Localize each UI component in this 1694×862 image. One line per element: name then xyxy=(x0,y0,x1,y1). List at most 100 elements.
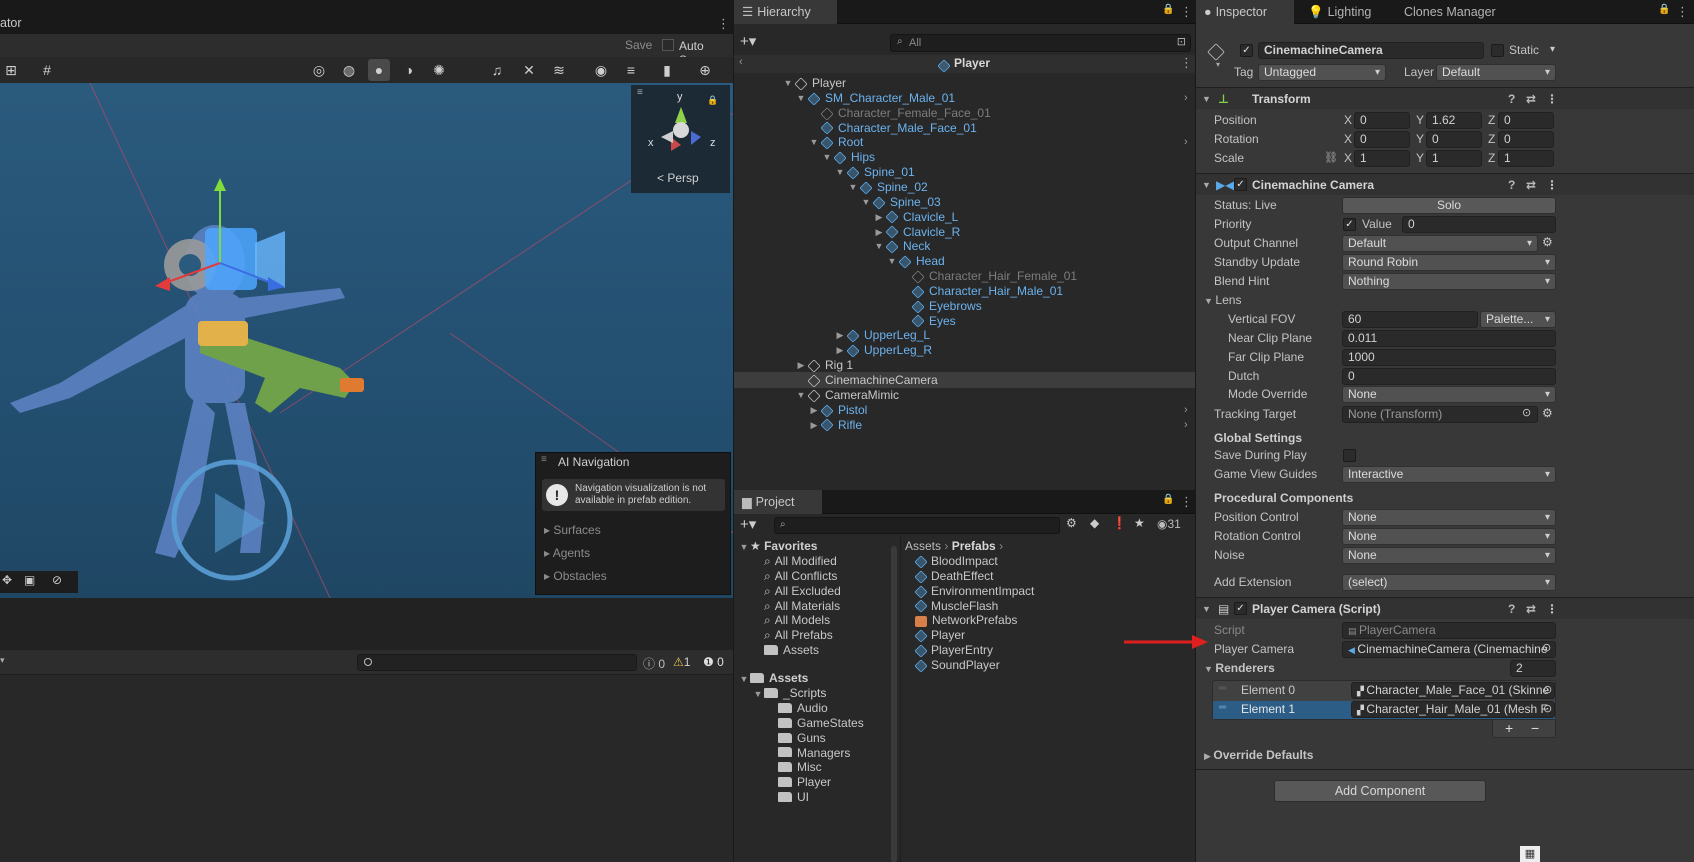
lighting-icon[interactable]: ◑ xyxy=(398,59,420,81)
layers-icon[interactable]: ≋ xyxy=(548,59,570,81)
prefab-asset-item[interactable]: Player xyxy=(914,627,965,643)
add-component-button[interactable]: Add Component xyxy=(1274,780,1486,802)
camera-tool-icon[interactable]: ▣ xyxy=(24,573,35,587)
assets-header[interactable]: ▼ Assets xyxy=(738,670,809,686)
object-picker-icon[interactable]: ⊙ xyxy=(1542,641,1551,654)
player-camera-field[interactable]: ◀ CinemachineCamera (Cinemachine xyxy=(1342,641,1556,658)
near-clip-field[interactable]: 0.011 xyxy=(1342,330,1556,347)
preset-icon[interactable]: ⇄ xyxy=(1526,88,1536,110)
renderer-element-1[interactable]: ═ Element 1 ▞ Character_Hair_Male_01 (Me… xyxy=(1213,701,1555,719)
camera-icon[interactable]: ▮ xyxy=(656,59,678,81)
script-subfolder[interactable]: Misc xyxy=(778,759,822,775)
renderer-element-0[interactable]: ═ Element 0 ▞ Character_Male_Face_01 (Sk… xyxy=(1213,682,1555,700)
hierarchy-item[interactable]: Eyebrows xyxy=(734,298,1195,314)
hidden-packages-count[interactable]: ◉31 xyxy=(1157,517,1181,531)
foldout-arrow-icon[interactable]: ▼ xyxy=(795,90,807,106)
object-name-field[interactable]: CinemachineCamera xyxy=(1258,42,1484,59)
favorite-item[interactable]: ⌕ All Prefabs xyxy=(764,627,833,643)
hierarchy-item[interactable]: Eyes xyxy=(734,313,1195,329)
wireframe-icon[interactable]: ◍ xyxy=(338,59,360,81)
hierarchy-item[interactable]: ▼ Spine_01 xyxy=(734,164,1195,180)
solo-button[interactable]: Solo xyxy=(1342,197,1556,214)
element-value-field[interactable]: ▞ Character_Male_Face_01 (Skinne xyxy=(1351,682,1555,699)
kebab-menu-icon[interactable]: ⋮ xyxy=(1676,4,1689,20)
dutch-field[interactable]: 0 xyxy=(1342,368,1556,385)
game-view-guides-dropdown[interactable]: Interactive xyxy=(1342,466,1556,483)
active-checkbox[interactable]: ✓ xyxy=(1240,44,1253,57)
hierarchy-item[interactable]: ▼ Spine_03 xyxy=(734,194,1195,210)
hierarchy-item[interactable]: ▶ UpperLeg_R xyxy=(734,342,1195,358)
hierarchy-item[interactable]: ▶ Rig 1 xyxy=(734,357,1195,373)
foldout-arrow-icon[interactable]: ▶ xyxy=(808,417,820,433)
tab-lighting[interactable]: 💡 Lighting xyxy=(1300,0,1381,24)
static-checkbox[interactable] xyxy=(1491,44,1504,57)
ai-nav-item-surfaces[interactable]: ▸ Surfaces xyxy=(544,523,601,537)
kebab-menu-icon[interactable]: ⋮ xyxy=(1180,4,1193,20)
hierarchy-item[interactable]: ▼ Neck xyxy=(734,238,1195,254)
object-picker-icon[interactable]: ⊙ xyxy=(1522,406,1531,419)
hierarchy-item[interactable]: Character_Male_Face_01 xyxy=(734,120,1195,136)
drag-handle-icon[interactable]: ═ xyxy=(1219,702,1226,713)
add-object-button[interactable]: +▾ xyxy=(740,32,756,50)
scale-z-field[interactable]: 1 xyxy=(1498,150,1554,167)
foldout-arrow-icon[interactable]: ▼ xyxy=(873,238,885,254)
foldout-arrow-icon[interactable]: ▼ xyxy=(782,75,794,91)
prefab-open-chevron-icon[interactable]: › xyxy=(1184,134,1188,150)
foldout-arrow-icon[interactable]: ▶ xyxy=(873,224,885,240)
rotation-y-field[interactable]: 0 xyxy=(1426,131,1482,148)
hierarchy-item[interactable]: ▼ SM_Character_Male_01 › xyxy=(734,90,1195,106)
prefab-asset-item[interactable]: SoundPlayer xyxy=(914,657,1000,673)
rotation-control-dropdown[interactable]: None xyxy=(1342,528,1556,545)
blend-hint-dropdown[interactable]: Nothing xyxy=(1342,273,1556,290)
remove-element-button[interactable]: − xyxy=(1531,720,1539,736)
foldout-arrow-icon[interactable]: ▼ xyxy=(847,179,859,195)
prefab-asset-item[interactable]: DeathEffect xyxy=(914,568,993,584)
hierarchy-item[interactable]: ▼ Hips xyxy=(734,149,1195,165)
foldout-arrow-icon[interactable]: ▶ xyxy=(834,327,846,343)
script-subfolder[interactable]: GameStates xyxy=(778,715,864,731)
hierarchy-item[interactable]: ▶ Pistol › xyxy=(734,402,1195,418)
mode-override-dropdown[interactable]: None xyxy=(1342,386,1556,403)
hierarchy-item[interactable]: Character_Hair_Male_01 xyxy=(734,283,1195,299)
search-by-importlog-icon[interactable]: ❗ xyxy=(1112,516,1127,530)
rotation-z-field[interactable]: 0 xyxy=(1498,131,1554,148)
hierarchy-item[interactable]: ▼ Root › xyxy=(734,134,1195,150)
priority-value-field[interactable]: 0 xyxy=(1402,216,1556,233)
position-control-dropdown[interactable]: None xyxy=(1342,509,1556,526)
audio-icon[interactable]: ♫ xyxy=(486,59,508,81)
persp-toggle[interactable]: < Persp xyxy=(657,171,699,185)
hierarchy-search-input[interactable]: ⌕ All ⊡ xyxy=(890,34,1191,52)
stack-icon[interactable]: ≡ xyxy=(620,59,642,81)
hierarchy-item[interactable]: ▶ Clavicle_R xyxy=(734,224,1195,240)
orientation-gizmo[interactable]: ≡ 🔒 y x z < Persp xyxy=(631,85,730,193)
prefab-open-chevron-icon[interactable]: › xyxy=(1184,90,1188,106)
preset-icon[interactable]: ⇄ xyxy=(1526,174,1536,196)
breadcrumb-prefabs[interactable]: Prefabs xyxy=(952,539,996,553)
favorite-item[interactable]: ⌕ All Excluded xyxy=(764,583,841,599)
global-icon[interactable]: ◎ xyxy=(308,59,330,81)
hierarchy-item[interactable]: ▼ Head xyxy=(734,253,1195,269)
foldout-arrow-icon[interactable]: ▼ xyxy=(860,194,872,210)
prefab-asset-item[interactable]: MuscleFlash xyxy=(914,598,998,614)
gizmos-icon[interactable]: ⊕ xyxy=(694,59,716,81)
tracking-target-field[interactable]: None (Transform) xyxy=(1342,406,1538,423)
tab-clones-manager[interactable]: Clones Manager xyxy=(1396,0,1506,24)
hand-tool-icon[interactable]: ✥ xyxy=(2,573,12,587)
priority-checkbox[interactable]: ✓ xyxy=(1343,218,1356,231)
scale-y-field[interactable]: 1 xyxy=(1426,150,1482,167)
static-dropdown-icon[interactable]: ▾ xyxy=(1550,44,1555,55)
kebab-menu-icon[interactable]: ⋮ xyxy=(717,16,730,32)
create-asset-button[interactable]: +▾ xyxy=(740,515,756,533)
tab-inspector[interactable]: ● Inspector xyxy=(1196,0,1294,24)
prefab-open-chevron-icon[interactable]: › xyxy=(1184,402,1188,418)
kebab-menu-icon[interactable]: ⋮ xyxy=(1180,55,1193,71)
favorite-item[interactable]: Assets xyxy=(764,642,819,658)
preset-icon[interactable]: ⇄ xyxy=(1526,598,1536,620)
script-subfolder[interactable]: UI xyxy=(778,789,809,805)
settings-gear-icon[interactable]: ⚙ xyxy=(1542,235,1553,249)
ai-nav-item-obstacles[interactable]: ▸ Obstacles xyxy=(544,569,607,583)
favorite-item[interactable]: ⌕ All Materials xyxy=(764,598,840,614)
prefab-asset-item[interactable]: BloodImpact xyxy=(914,553,998,569)
foldout-arrow-icon[interactable]: ▼ xyxy=(834,164,846,180)
help-icon[interactable]: ? xyxy=(1508,88,1515,110)
